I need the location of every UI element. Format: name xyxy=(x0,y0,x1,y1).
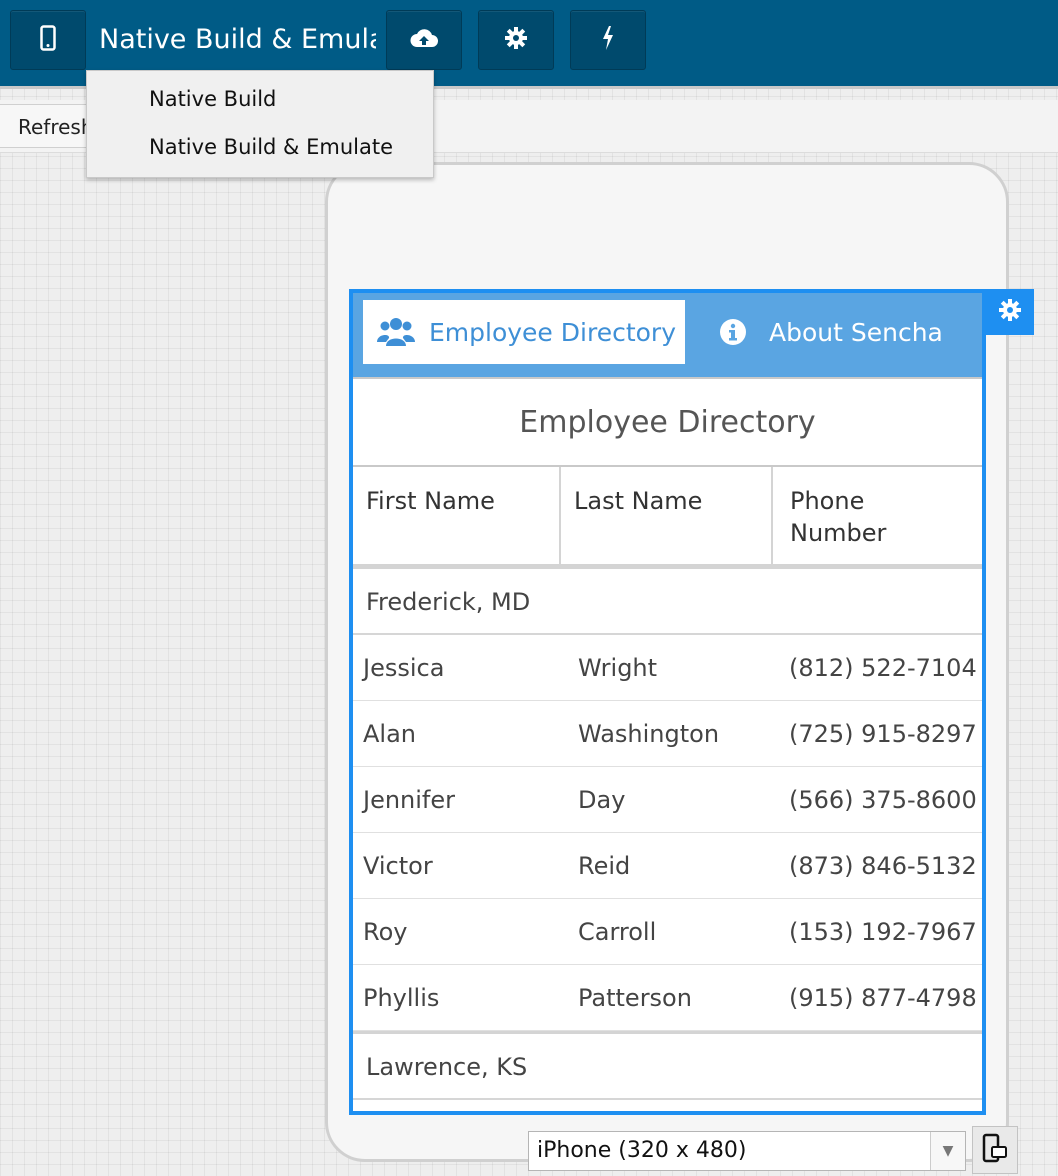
gear-icon xyxy=(998,298,1022,326)
last-name-cell: Reid xyxy=(578,851,631,880)
device-size-select[interactable]: iPhone (320 x 480) ▼ xyxy=(528,1131,966,1171)
first-name-cell: Jennifer xyxy=(363,785,456,814)
build-split-button[interactable]: Native Build & Emulate xyxy=(86,10,376,68)
gear-icon xyxy=(504,26,528,54)
phone-cell: (915) 877-4798 xyxy=(789,983,977,1012)
first-name-cell: Phyllis xyxy=(363,983,440,1012)
tab-employee-directory[interactable]: Employee Directory xyxy=(363,300,685,364)
tab-about-sencha[interactable]: About Sencha xyxy=(689,300,979,364)
column-header-last-name[interactable]: Last Name xyxy=(561,467,773,564)
lightning-bolt-icon xyxy=(600,25,616,55)
last-name-cell: Carroll xyxy=(578,917,657,946)
app-screen: Employee Directory About Sencha Employee… xyxy=(349,289,986,1115)
phone-cell: (873) 846-5132 xyxy=(789,851,977,880)
last-name-cell: Patterson xyxy=(578,983,692,1012)
first-name-cell: Jessica xyxy=(363,653,445,682)
last-name-cell: Wright xyxy=(578,653,658,682)
run-button[interactable] xyxy=(570,10,646,70)
table-row[interactable]: Jennifer Day (566) 375-8600 xyxy=(353,767,982,833)
employee-list: Frederick, MD Jessica Wright (812) 522-7… xyxy=(353,569,982,1100)
rotate-device-icon xyxy=(982,1133,1008,1167)
table-row[interactable]: Alan Washington (725) 915-8297 xyxy=(353,701,982,767)
group-header: Frederick, MD xyxy=(353,569,982,635)
last-name-cell: Day xyxy=(578,785,626,814)
build-button-label: Native Build & Emulate xyxy=(99,23,376,55)
table-row[interactable]: Phyllis Patterson (915) 877-4798 xyxy=(353,965,982,1031)
last-name-cell: Washington xyxy=(578,719,720,748)
users-icon xyxy=(377,316,415,348)
first-name-cell: Victor xyxy=(363,851,433,880)
component-settings-button[interactable] xyxy=(986,289,1034,335)
refresh-button[interactable]: Refresh xyxy=(0,104,96,148)
page-title: Employee Directory xyxy=(353,377,982,467)
device-preview-button[interactable] xyxy=(10,10,86,70)
tab-label: Employee Directory xyxy=(429,317,676,347)
device-select-value: iPhone (320 x 480) xyxy=(537,1138,747,1163)
mobile-phone-icon xyxy=(40,25,56,55)
first-name-cell: Roy xyxy=(363,917,408,946)
table-row[interactable]: Victor Reid (873) 846-5132 xyxy=(353,833,982,899)
cloud-upload-icon xyxy=(409,27,439,53)
tab-label: About Sencha xyxy=(769,317,943,347)
group-header: Lawrence, KS xyxy=(353,1031,982,1100)
settings-button[interactable] xyxy=(478,10,554,70)
menu-item-native-build-emulate[interactable]: Native Build & Emulate xyxy=(87,123,433,171)
rotate-device-button[interactable] xyxy=(972,1126,1018,1174)
build-menu: Native Build Native Build & Emulate xyxy=(86,70,434,178)
table-row[interactable]: Jessica Wright (812) 522-7104 xyxy=(353,635,982,701)
first-name-cell: Alan xyxy=(363,719,417,748)
table-header: First Name Last Name Phone Number xyxy=(353,467,982,569)
column-header-phone-number[interactable]: Phone Number xyxy=(773,467,982,564)
chevron-down-icon[interactable]: ▼ xyxy=(930,1132,965,1170)
phone-cell: (725) 915-8297 xyxy=(789,719,977,748)
phone-cell: (153) 192-7967 xyxy=(789,917,977,946)
phone-cell: (566) 375-8600 xyxy=(789,785,977,814)
publish-button[interactable] xyxy=(386,10,462,70)
phone-cell: (812) 522-7104 xyxy=(789,653,977,682)
info-circle-icon xyxy=(719,318,747,346)
column-header-first-name[interactable]: First Name xyxy=(353,467,561,564)
menu-item-native-build[interactable]: Native Build xyxy=(87,75,433,123)
table-row[interactable]: Roy Carroll (153) 192-7967 xyxy=(353,899,982,965)
tab-bar: Employee Directory About Sencha xyxy=(353,293,982,377)
